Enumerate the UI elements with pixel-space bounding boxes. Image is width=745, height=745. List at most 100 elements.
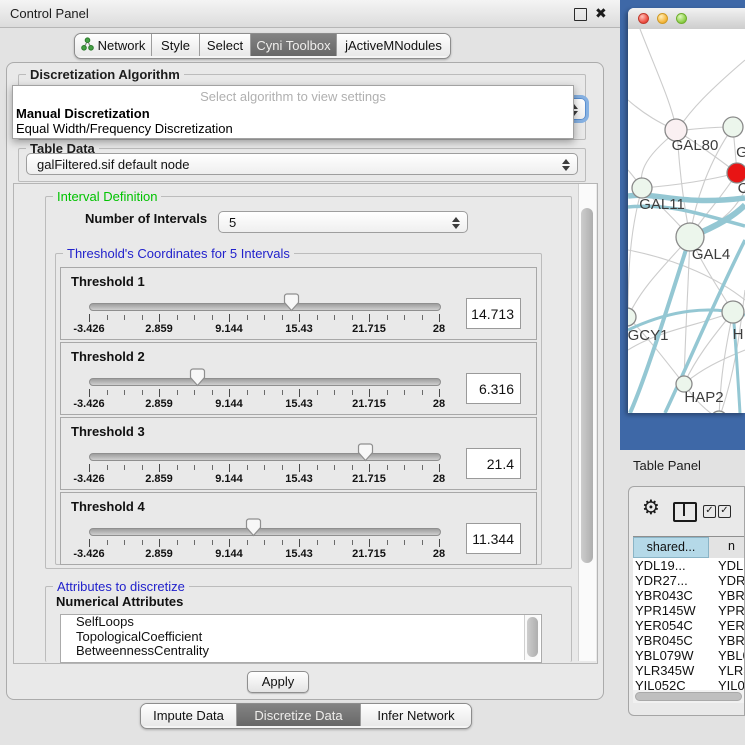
table-row[interactable]: YER054CYER0 [633, 618, 745, 633]
numerical-attributes-label: Numerical Attributes [56, 594, 183, 609]
slider-tick [264, 315, 265, 320]
slider-tick [334, 315, 335, 320]
slider-tick [404, 540, 405, 545]
slider-tick [89, 539, 90, 547]
tab-jactivemnodules[interactable]: jActiveMNodules [337, 34, 450, 56]
application-window: Control Panel ✖ NetworkStyleSelectCyni T… [0, 0, 745, 745]
slider-tick-label: -3.426 [64, 548, 114, 560]
float-icon[interactable] [574, 8, 587, 21]
network-icon [81, 37, 94, 54]
network-node[interactable] [632, 178, 652, 198]
tab-infer-network[interactable]: Infer Network [361, 704, 471, 726]
checkbox-icon[interactable]: ✓ [718, 505, 731, 518]
apply-button[interactable]: Apply [247, 671, 309, 693]
table-data-combobox[interactable]: galFiltered.sif default node [26, 153, 578, 175]
slider-thumb[interactable] [283, 293, 300, 312]
table-row[interactable]: YDR27...YDR2 [633, 573, 745, 588]
tab-style[interactable]: Style [152, 34, 200, 56]
threshold-panel: Threshold 2-3.4262.8599.14415.4321.71528… [60, 342, 537, 415]
gear-icon[interactable]: ⚙ [642, 498, 660, 518]
slider-tick [334, 465, 335, 470]
table-cell-name: YBR0 [718, 588, 745, 603]
slider-tick [387, 390, 388, 395]
slider-thumb[interactable] [245, 518, 262, 537]
number-of-intervals-combobox[interactable]: 5 [218, 211, 468, 233]
list-item[interactable]: TopologicalCoefficient [61, 630, 541, 645]
horizontal-scrollbar[interactable] [633, 690, 745, 703]
threshold-value-input[interactable]: 6.316 [466, 373, 521, 404]
slider-tick [422, 540, 423, 545]
vertical-scrollbar-thumb[interactable] [581, 208, 593, 563]
close-traffic-light-icon[interactable] [638, 13, 649, 24]
network-node[interactable] [711, 411, 727, 413]
slider-tick-label: -3.426 [64, 398, 114, 410]
list-item[interactable]: SelfLoops [61, 615, 541, 630]
slider-track[interactable] [89, 378, 441, 386]
table-row[interactable]: YBL079WYBL0 [633, 648, 745, 663]
network-canvas[interactable]: GAL80GCGAL11GAL4GCY1HHAP2 [628, 29, 745, 413]
threshold-value-input[interactable]: 21.4 [466, 448, 521, 479]
tab-cyni-toolbox[interactable]: Cyni Toolbox [251, 34, 337, 56]
attributes-list-scrollbar[interactable] [524, 615, 540, 660]
tab-label: Select [207, 38, 243, 53]
network-node-label: GCY1 [628, 327, 668, 344]
threshold-panel: Threshold 4-3.4262.8599.14415.4321.71528… [60, 492, 537, 565]
threshold-value-input[interactable]: 14.713 [466, 298, 521, 329]
horizontal-scrollbar-thumb[interactable] [635, 692, 742, 701]
slider-tick [247, 540, 248, 545]
algorithm-option-manual[interactable]: Manual Discretization [16, 106, 150, 121]
slider-thumb[interactable] [357, 443, 374, 462]
slider-track[interactable] [89, 528, 441, 536]
network-window-titlebar[interactable] [628, 8, 745, 30]
table-column-header-shared[interactable]: shared... [633, 537, 709, 558]
close-icon[interactable]: ✖ [595, 5, 607, 22]
bottom-tabbar: Impute DataDiscretize DataInfer Network [140, 703, 472, 729]
threshold-value-input[interactable]: 11.344 [466, 523, 521, 554]
control-panel: Control Panel ✖ NetworkStyleSelectCyni T… [0, 0, 620, 745]
table-row[interactable]: YLR345WYLR3 [633, 663, 745, 678]
table-cell-shared-name: YDL19... [635, 558, 686, 573]
table-data-value: galFiltered.sif default node [37, 157, 189, 172]
network-node[interactable] [628, 308, 636, 326]
table-row[interactable]: YBR043CYBR0 [633, 588, 745, 603]
slider-thumb[interactable] [189, 368, 206, 387]
slider-track[interactable] [89, 453, 441, 461]
table-row[interactable]: YIL052CYIL0 [633, 678, 745, 690]
combo-spinner-icon [452, 216, 461, 230]
tab-discretize-data[interactable]: Discretize Data [237, 704, 361, 726]
table-row[interactable]: YBR045CYBR0 [633, 633, 745, 648]
network-node[interactable] [722, 301, 744, 323]
numerical-attributes-list[interactable]: SelfLoopsTopologicalCoefficientBetweenne… [60, 614, 542, 663]
tab-select[interactable]: Select [200, 34, 251, 56]
tab-label: Network [98, 38, 146, 53]
algorithm-option-equal-width[interactable]: Equal Width/Frequency Discretization [16, 121, 233, 136]
table-cell-shared-name: YIL052C [635, 678, 686, 690]
number-of-intervals-value: 5 [229, 215, 236, 230]
minimize-traffic-light-icon[interactable] [657, 13, 668, 24]
table-row[interactable]: YDL19...YDL1 [633, 558, 745, 573]
checkbox-icon[interactable]: ✓ [703, 505, 716, 518]
table-column-header-name[interactable]: n [709, 537, 745, 558]
table-row[interactable]: YPR145WYPR1 [633, 603, 745, 618]
split-columns-icon[interactable] [673, 502, 697, 522]
attributes-list-scrollbar-thumb[interactable] [527, 617, 538, 657]
slider-tick [194, 540, 195, 545]
network-node[interactable] [723, 117, 743, 137]
tab-network[interactable]: Network [75, 34, 152, 56]
table-header-row: shared... n [633, 536, 745, 559]
vertical-scrollbar[interactable] [578, 184, 596, 661]
slider-track[interactable] [89, 303, 441, 311]
list-item[interactable]: BetweennessCentrality [61, 644, 541, 659]
threshold-label: Threshold 3 [71, 424, 145, 439]
threshold-panel: Threshold 3-3.4262.8599.14415.4321.71528… [60, 417, 537, 490]
table-body[interactable]: YDL19...YDL1YDR27...YDR2YBR043CYBR0YPR14… [633, 558, 745, 690]
slider-tick [387, 315, 388, 320]
slider-tick [282, 465, 283, 470]
zoom-traffic-light-icon[interactable] [676, 13, 687, 24]
slider-tick-label: 21.715 [344, 473, 394, 485]
slider-tick [282, 315, 283, 320]
tab-impute-data[interactable]: Impute Data [141, 704, 237, 726]
slider-tick-label: 2.859 [134, 398, 184, 410]
slider-tick-label: 21.715 [344, 398, 394, 410]
algorithm-placeholder-option[interactable]: Select algorithm to view settings [13, 89, 573, 104]
